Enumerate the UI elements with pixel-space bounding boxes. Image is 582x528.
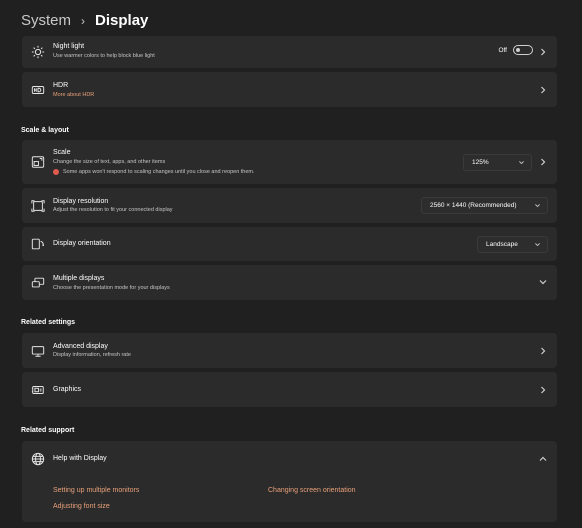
chevron-down-icon — [534, 202, 541, 209]
link-setting-up-multiple-monitors[interactable]: Setting up multiple monitors — [53, 487, 139, 494]
chevron-down-icon — [518, 159, 525, 166]
scale-icon — [31, 155, 45, 169]
hdr-more-link[interactable]: More about HDR — [53, 92, 94, 98]
chevron-right-icon — [538, 85, 548, 95]
related-settings-heading: Related settings — [21, 319, 76, 326]
orientation-icon — [31, 237, 45, 251]
breadcrumb-system[interactable]: System — [21, 10, 71, 32]
breadcrumb: System › Display — [21, 10, 148, 32]
hdr-icon — [31, 83, 45, 97]
scale-layout-heading: Scale & layout — [21, 127, 69, 134]
display-orientation-title: Display orientation — [53, 240, 111, 247]
night-light-toggle-group: Off — [498, 45, 533, 55]
breadcrumb-separator: › — [81, 14, 86, 28]
hdr-card[interactable]: HDR More about HDR — [22, 72, 557, 107]
graphics-icon — [31, 383, 45, 397]
display-resolution-title: Display resolution — [53, 198, 109, 205]
related-support-heading: Related support — [21, 427, 75, 434]
graphics-card[interactable]: Graphics — [22, 372, 557, 407]
advanced-display-title: Advanced display — [53, 343, 108, 350]
link-changing-screen-orientation[interactable]: Changing screen orientation — [268, 487, 356, 494]
display-orientation-dropdown[interactable]: Landscape — [477, 236, 548, 253]
multiple-displays-subtitle: Choose the presentation mode for your di… — [53, 285, 170, 291]
display-resolution-card[interactable]: Display resolution Adjust the resolution… — [22, 188, 557, 223]
chevron-right-icon — [538, 157, 548, 167]
help-with-display-title: Help with Display — [53, 455, 107, 462]
help-with-display-card[interactable]: Help with Display — [22, 441, 557, 476]
display-resolution-value: 2560 × 1440 (Recommended) — [430, 202, 517, 209]
chevron-down-icon — [538, 277, 548, 287]
link-adjusting-font-size[interactable]: Adjusting font size — [53, 503, 110, 510]
page-title: Display — [95, 12, 149, 29]
multiple-displays-title: Multiple displays — [53, 275, 105, 282]
display-orientation-value: Landscape — [486, 241, 518, 248]
display-resolution-dropdown[interactable]: 2560 × 1440 (Recommended) — [421, 197, 548, 214]
advanced-display-subtitle: Display information, refresh rate — [53, 352, 131, 358]
display-resolution-subtitle: Adjust the resolution to fit your connec… — [53, 207, 173, 213]
chevron-down-icon — [534, 241, 541, 248]
scale-dropdown[interactable]: 125% — [463, 154, 532, 171]
resolution-icon — [31, 199, 45, 213]
warning-icon — [53, 169, 59, 175]
night-light-card[interactable]: Night light Use warmer colors to help bl… — [22, 36, 557, 68]
chevron-right-icon — [538, 47, 548, 57]
graphics-title: Graphics — [53, 386, 82, 393]
globe-icon — [31, 452, 45, 466]
scale-card[interactable]: Scale Change the size of text, apps, and… — [22, 140, 557, 184]
chevron-up-icon — [538, 454, 548, 464]
toggle-knob — [516, 48, 520, 52]
scale-subtitle: Change the size of text, apps, and other… — [53, 159, 166, 165]
related-support-links: Setting up multiple monitors Changing sc… — [22, 476, 557, 522]
scale-title: Scale — [53, 149, 71, 156]
night-light-title: Night light — [53, 43, 85, 50]
night-light-toggle[interactable] — [513, 45, 533, 55]
scale-value: 125% — [472, 159, 489, 166]
chevron-right-icon — [538, 385, 548, 395]
brightness-icon — [31, 45, 45, 59]
scale-warning: Some apps won't respond to scaling chang… — [53, 169, 255, 175]
night-light-toggle-label: Off — [498, 46, 507, 54]
night-light-subtitle: Use warmer colors to help block blue lig… — [53, 53, 155, 59]
advanced-display-card[interactable]: Advanced display Display information, re… — [22, 333, 557, 368]
chevron-right-icon — [538, 346, 548, 356]
monitor-icon — [31, 344, 45, 358]
multiple-displays-icon — [31, 276, 45, 290]
hdr-title: HDR — [53, 82, 69, 89]
multiple-displays-card[interactable]: Multiple displays Choose the presentatio… — [22, 265, 557, 300]
display-orientation-card[interactable]: Display orientation Landscape — [22, 227, 557, 261]
scale-warning-text: Some apps won't respond to scaling chang… — [63, 169, 255, 175]
